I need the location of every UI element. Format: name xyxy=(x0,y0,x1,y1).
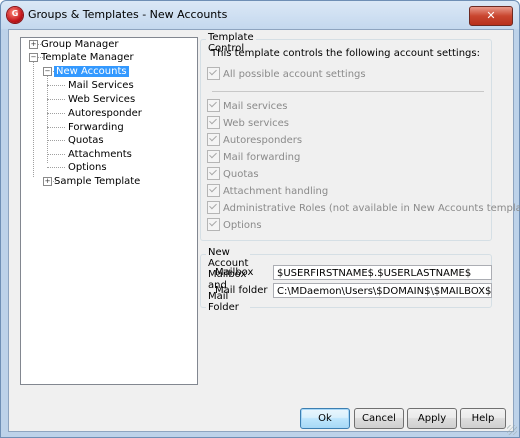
dialog-window: G Groups & Templates - New Accounts ✕ + … xyxy=(0,0,520,438)
checkbox-label: Mail forwarding xyxy=(223,152,301,163)
expand-icon[interactable]: + xyxy=(29,40,38,49)
checkbox-label: Attachment handling xyxy=(223,186,329,197)
window-title: Groups & Templates - New Accounts xyxy=(28,8,228,21)
close-button[interactable]: ✕ xyxy=(469,6,513,26)
tree-item-attachments[interactable]: Attachments xyxy=(68,148,132,161)
checkbox-icon xyxy=(207,149,220,163)
checkbox-icon xyxy=(207,115,220,129)
mail-services-checkbox[interactable]: Mail services xyxy=(207,98,288,114)
expand-icon[interactable]: + xyxy=(43,177,52,186)
tree-connector xyxy=(47,113,65,114)
tree-item-label: Options xyxy=(68,162,107,173)
ok-button[interactable]: Ok xyxy=(300,408,350,429)
web-services-checkbox[interactable]: Web services xyxy=(207,115,290,131)
tree-connector xyxy=(47,127,65,128)
cancel-button[interactable]: Cancel xyxy=(354,408,404,429)
tree-item-label: Group Manager xyxy=(41,39,119,50)
checkbox-label: All possible account settings xyxy=(223,69,366,80)
checkbox-label: Quotas xyxy=(223,169,259,180)
options-checkbox[interactable]: Options xyxy=(207,217,262,233)
tree-item-label: Mail Services xyxy=(68,80,134,91)
tree-connector xyxy=(47,85,65,86)
tree-item-web-services[interactable]: Web Services xyxy=(68,93,135,106)
resize-grip-icon[interactable] xyxy=(507,425,517,435)
checkbox-icon xyxy=(207,98,220,112)
tree-connector xyxy=(47,99,65,100)
attachment-handling-checkbox[interactable]: Attachment handling xyxy=(207,183,329,199)
title-bar: G Groups & Templates - New Accounts ✕ xyxy=(1,1,519,29)
all-settings-checkbox[interactable]: All possible account settings xyxy=(207,66,366,82)
checkbox-icon xyxy=(207,183,220,197)
tree-item-label: Sample Template xyxy=(54,176,141,187)
administrative-roles-checkbox[interactable]: Administrative Roles (not available in N… xyxy=(207,200,520,216)
tree-item-label: Web Services xyxy=(68,94,136,105)
checkbox-label: Mail services xyxy=(223,101,288,112)
tree-item-label: Forwarding xyxy=(68,122,124,133)
tree-item-autoresponder[interactable]: Autoresponder xyxy=(68,107,142,120)
tree-item-label: Attachments xyxy=(68,149,132,160)
tree-item-forwarding[interactable]: Forwarding xyxy=(68,121,124,134)
app-logo-letter: G xyxy=(11,9,19,18)
autoresponders-checkbox[interactable]: Autoresponders xyxy=(207,132,303,148)
tree-view[interactable]: + Group Manager − Template Manager − New… xyxy=(20,37,198,385)
tree-connector xyxy=(47,67,48,163)
quotas-checkbox[interactable]: Quotas xyxy=(207,166,259,182)
tree-item-label: Quotas xyxy=(68,135,104,146)
tree-item-label: Template Manager xyxy=(41,52,134,63)
tree-connector xyxy=(47,154,65,155)
mail-folder-label: Mail folder xyxy=(215,285,268,296)
tree-item-group-manager[interactable]: Group Manager xyxy=(41,38,118,51)
checkbox-label: Options xyxy=(223,220,262,231)
collapse-icon[interactable]: − xyxy=(43,67,52,76)
collapse-icon[interactable]: − xyxy=(29,53,38,62)
tree-item-sample-template[interactable]: Sample Template xyxy=(54,175,140,188)
checkbox-icon xyxy=(207,132,220,146)
mailbox-label: Mailbox xyxy=(215,267,254,278)
divider xyxy=(212,91,484,92)
tree-item-label: New Accounts xyxy=(54,66,129,77)
tree-connector xyxy=(47,140,65,141)
template-control-description: This template controls the following acc… xyxy=(211,48,480,59)
mailbox-input[interactable]: $USERFIRSTNAME$.$USERLASTNAME$ xyxy=(273,265,492,280)
mail-folder-input[interactable]: C:\MDaemon\Users\$DOMAIN$\$MAILBOX$\ xyxy=(273,283,492,298)
checkbox-label: Autoresponders xyxy=(223,135,303,146)
checkbox-label: Web services xyxy=(223,118,290,129)
tree-item-options[interactable]: Options xyxy=(68,161,107,174)
checkbox-icon xyxy=(207,166,220,180)
tree-item-quotas[interactable]: Quotas xyxy=(68,134,104,147)
mailbox-group-legend: New Account Mailbox and Mail Folder xyxy=(206,247,251,313)
checkbox-label: Administrative Roles (not available in N… xyxy=(223,203,520,214)
tree-item-template-manager[interactable]: Template Manager xyxy=(41,51,134,64)
tree-connector xyxy=(33,53,34,177)
checkbox-icon xyxy=(207,200,220,214)
tree-connector xyxy=(47,167,65,168)
help-button[interactable]: Help xyxy=(460,408,506,429)
tree-item-new-accounts[interactable]: New Accounts xyxy=(54,65,129,78)
app-logo-icon: G xyxy=(7,7,23,23)
tree-item-label: Autoresponder xyxy=(68,108,142,119)
tree-item-mail-services[interactable]: Mail Services xyxy=(68,79,134,92)
mail-forwarding-checkbox[interactable]: Mail forwarding xyxy=(207,149,301,165)
checkbox-icon xyxy=(207,217,220,231)
apply-button[interactable]: Apply xyxy=(407,408,457,429)
checkbox-icon xyxy=(207,66,220,80)
